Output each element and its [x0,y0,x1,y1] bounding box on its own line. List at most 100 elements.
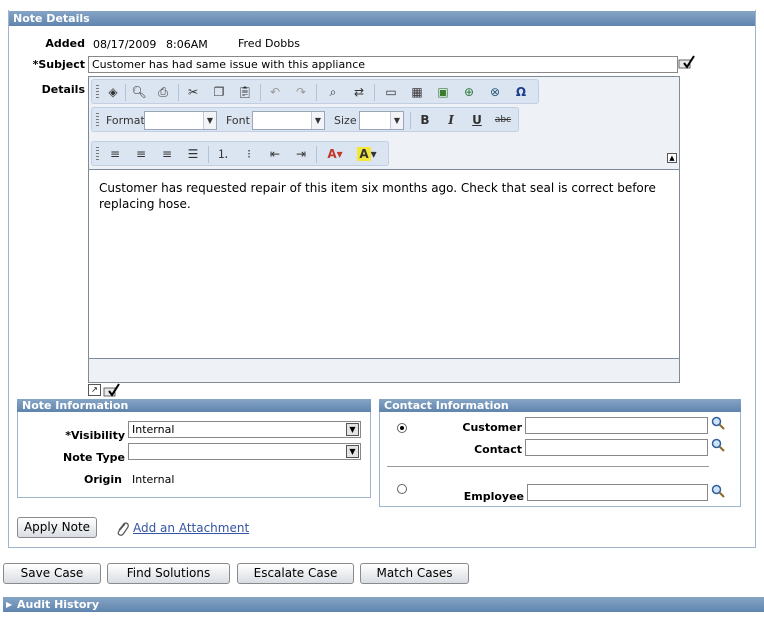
toolbar-grip[interactable] [96,85,99,100]
align-left-icon[interactable]: ≡ [106,146,124,162]
unlink-icon[interactable]: ⊗ [486,84,504,100]
expand-editor-icon[interactable]: ↗ [88,384,101,396]
chevron-down-icon: ▼ [203,112,216,129]
align-center-icon[interactable]: ≡ [132,146,150,162]
collapse-toolbar-icon[interactable]: ▲ [667,153,677,163]
table-icon[interactable]: ▦ [408,84,426,100]
paste-icon[interactable]: 📋︎ [236,84,254,100]
toolbar-row-3: ≡ ≡ ≡ ☰ ⒈ ⁝ ⇤ ⇥ A▾ A ▾ [91,141,389,166]
format-label: Format [106,114,145,127]
escalate-case-button[interactable]: Escalate Case [237,563,354,584]
details-text-area[interactable]: Customer has requested repair of this it… [89,169,679,359]
toolbar-separator [316,146,317,163]
added-label: Added [45,37,85,50]
bulleted-list-icon[interactable]: ⁝ [240,146,258,162]
expand-triangle-icon: ▶ [6,600,13,609]
save-case-button[interactable]: Save Case [3,563,101,584]
background-color-icon[interactable]: A ▾ [354,146,380,162]
visibility-label: *Visibility [65,429,125,442]
preview-icon[interactable]: 🔍︎ [130,84,148,100]
numbered-list-icon[interactable]: ⒈ [214,146,232,162]
toolbar-row-2: Format ▼ Font ▼ Size ▼ B I U abc [91,107,519,132]
align-right-icon[interactable]: ≡ [158,146,176,162]
apply-note-button[interactable]: Apply Note [17,517,97,538]
image-icon[interactable]: ▣ [434,84,452,100]
toolbar-separator [410,112,411,129]
subject-label: *Subject [32,58,85,71]
match-cases-button[interactable]: Match Cases [360,563,469,584]
chevron-down-icon: ▼ [311,112,324,129]
note-type-label: Note Type [62,451,125,464]
link-icon[interactable]: ⊕ [460,84,478,100]
copy-icon[interactable]: ❐ [210,84,228,100]
chevron-down-icon: ▼ [390,112,403,129]
special-char-icon[interactable]: Ω [512,84,530,100]
paperclip-icon [116,521,130,537]
horizontal-rule-icon[interactable]: ▭ [382,84,400,100]
employee-input[interactable] [527,484,708,501]
toolbar-grip[interactable] [96,113,99,128]
indent-icon[interactable]: ⇥ [292,146,310,162]
editor-footer [89,360,679,382]
details-editor[interactable]: ◈ 🔍︎ ⎙ ✂ ❐ 📋︎ ↶ ↷ ⌕ ⇄ ▭ ▦ ▣ ⊕ ⊗ Ω Format… [88,76,680,383]
text-color-icon[interactable]: A▾ [322,146,348,162]
added-date: 08/17/2009 [93,38,157,51]
font-select[interactable]: ▼ [252,111,325,130]
cut-icon[interactable]: ✂ [184,84,202,100]
customer-input[interactable] [525,417,708,434]
subject-input[interactable]: Customer has had same issue with this ap… [88,56,678,73]
toolbar-grip[interactable] [96,147,99,162]
customer-label: Customer [462,421,522,434]
toolbar-separator [316,84,317,101]
employee-label: Employee [463,490,524,503]
chevron-down-icon: ▼ [346,445,359,458]
toolbar-separator [208,146,209,163]
employee-search-icon[interactable] [711,484,725,498]
find-solutions-button[interactable]: Find Solutions [107,563,230,584]
italic-icon[interactable]: I [442,112,460,128]
contact-information-header: Contact Information [379,399,741,412]
redo-icon[interactable]: ↷ [292,84,310,100]
audit-history-header[interactable]: ▶ Audit History [3,597,764,612]
chevron-down-icon: ▼ [346,423,359,436]
note-information-header: Note Information [17,399,371,412]
print-icon[interactable]: ⎙ [154,84,172,100]
bold-icon[interactable]: B [416,112,434,128]
toolbar-separator [374,84,375,101]
align-justify-icon[interactable]: ☰ [184,146,202,162]
format-select[interactable]: ▼ [144,111,217,130]
font-label: Font [226,114,250,127]
added-time: 8:06AM [166,38,208,51]
audit-history-title: Audit History [17,598,100,611]
origin-value: Internal [132,473,175,486]
customer-search-icon[interactable] [711,416,725,430]
replace-icon[interactable]: ⇄ [350,84,368,100]
source-icon[interactable]: ◈ [104,84,122,100]
size-select[interactable]: ▼ [359,111,404,130]
employee-radio[interactable] [397,484,407,494]
note-type-select[interactable]: ▼ [128,443,361,460]
find-icon[interactable]: ⌕ [324,84,342,100]
contact-divider [387,466,709,467]
undo-icon[interactable]: ↶ [266,84,284,100]
contact-search-icon[interactable] [711,438,725,452]
origin-label: Origin [83,473,122,486]
spellcheck-icon[interactable] [103,382,121,398]
spellcheck-icon[interactable] [678,54,696,70]
contact-input[interactable] [525,439,708,456]
visibility-select[interactable]: Internal ▼ [128,421,361,438]
toolbar-separator [125,84,126,101]
customer-radio[interactable] [397,423,407,433]
visibility-value: Internal [132,423,175,436]
add-attachment-link[interactable]: Add an Attachment [133,521,249,535]
details-label: Details [41,83,85,96]
underline-icon[interactable]: U [468,112,486,128]
toolbar-separator [260,84,261,101]
added-by: Fred Dobbs [238,37,300,50]
strikethrough-icon[interactable]: abc [492,112,514,128]
size-label: Size [334,114,357,127]
toolbar-row-1: ◈ 🔍︎ ⎙ ✂ ❐ 📋︎ ↶ ↷ ⌕ ⇄ ▭ ▦ ▣ ⊕ ⊗ Ω [91,79,539,104]
outdent-icon[interactable]: ⇤ [266,146,284,162]
contact-label: Contact [474,443,522,456]
toolbar-separator [178,84,179,101]
